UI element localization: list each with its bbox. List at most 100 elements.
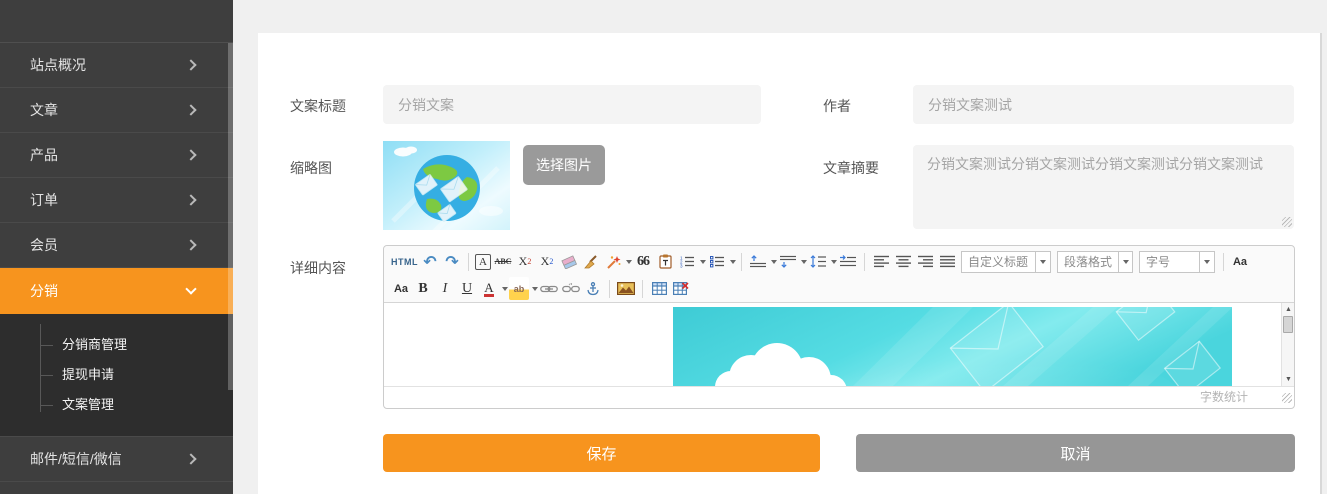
toolbar-divider: [741, 253, 742, 271]
paragraph-spacing-after-icon[interactable]: [778, 250, 798, 273]
unordered-list-icon[interactable]: [707, 250, 727, 273]
font-color-dropdown-arrow[interactable]: [502, 287, 508, 291]
scroll-up-icon[interactable]: ▲: [1283, 304, 1294, 315]
rich-text-editor: HTML ↶ ↷ A ABC X2 X2 66 123: [383, 245, 1295, 409]
redo-icon[interactable]: ↷: [442, 250, 462, 273]
summary-label: 文章摘要: [823, 158, 879, 178]
sidebar-item-label: 邮件/短信/微信: [30, 449, 122, 469]
cancel-button[interactable]: 取消: [856, 434, 1295, 472]
subscript-button[interactable]: X2: [537, 250, 557, 273]
source-code-button[interactable]: HTML: [391, 250, 418, 273]
toolbar-divider: [1223, 253, 1224, 271]
chevron-right-icon: [185, 104, 196, 115]
insert-table-icon[interactable]: [649, 277, 669, 300]
highlight-color-button[interactable]: ab: [509, 277, 529, 300]
word-count-bar: 字数统计: [384, 386, 1294, 408]
font-border-button[interactable]: A: [475, 254, 491, 270]
unlink-icon[interactable]: [561, 277, 581, 300]
select-dropdown-arrow[interactable]: [1118, 252, 1132, 272]
auto-typeset-dropdown-arrow[interactable]: [626, 260, 632, 264]
chevron-right-icon: [185, 194, 196, 205]
paste-as-text-icon[interactable]: [655, 250, 675, 273]
chevron-down-icon: [185, 283, 196, 294]
eraser-icon[interactable]: [559, 250, 579, 273]
sidebar-item-mail-sms-wechat[interactable]: 邮件/短信/微信: [0, 437, 233, 482]
chevron-right-icon: [185, 239, 196, 250]
toolbar-divider: [609, 280, 610, 298]
sidebar-item-label: 会员: [30, 235, 58, 255]
paragraph-format-select[interactable]: 段落格式: [1057, 251, 1133, 273]
align-left-icon[interactable]: [871, 250, 891, 273]
sidebar-scrollbar-thumb[interactable]: [228, 43, 233, 390]
save-button[interactable]: 保存: [383, 434, 820, 472]
undo-icon[interactable]: ↶: [420, 250, 440, 273]
word-count-label: 字数统计: [1200, 390, 1248, 404]
line-height-dropdown-arrow[interactable]: [831, 260, 837, 264]
sidebar-item-label: 订单: [30, 190, 58, 210]
sidebar: 站点概况 文章 产品 订单 会员 分销 分销商管理 提现申请 文案管理 邮件/短…: [0, 0, 233, 494]
insert-image-icon[interactable]: [616, 277, 636, 300]
sidebar-item-members[interactable]: 会员: [0, 223, 233, 268]
sidebar-item-label: 文章: [30, 100, 58, 120]
submenu-item-withdrawal-application[interactable]: 提现申请: [0, 360, 233, 390]
distribution-submenu: 分销商管理 提现申请 文案管理: [0, 314, 233, 437]
sidebar-item-label: 站点概况: [30, 55, 86, 75]
underline-button[interactable]: U: [457, 277, 477, 300]
choose-image-button[interactable]: 选择图片: [523, 145, 605, 185]
select-dropdown-arrow[interactable]: [1035, 252, 1050, 272]
editor-resize-grip[interactable]: [1282, 393, 1292, 403]
sidebar-item-products[interactable]: 产品: [0, 133, 233, 178]
editor-content-image: [673, 307, 1232, 386]
line-height-icon[interactable]: [808, 250, 828, 273]
bold-button[interactable]: B: [413, 277, 433, 300]
scroll-down-icon[interactable]: ▼: [1283, 374, 1294, 385]
font-size-select[interactable]: 字号: [1139, 251, 1215, 273]
italic-button[interactable]: I: [435, 277, 455, 300]
author-input[interactable]: [913, 85, 1294, 124]
strikethrough-button[interactable]: ABC: [493, 250, 513, 273]
ordered-list-dropdown-arrow[interactable]: [700, 260, 706, 264]
select-dropdown-arrow[interactable]: [1199, 252, 1214, 272]
font-color-button[interactable]: A: [484, 281, 493, 297]
anchor-icon[interactable]: [583, 277, 603, 300]
superscript-button[interactable]: X2: [515, 250, 535, 273]
sidebar-item-orders[interactable]: 订单: [0, 178, 233, 223]
editor-scrollbar-thumb[interactable]: [1283, 316, 1293, 333]
ordered-list-icon[interactable]: 123: [677, 250, 697, 273]
submenu-item-copy-management[interactable]: 文案管理: [0, 390, 233, 420]
auto-typeset-icon[interactable]: [603, 250, 623, 273]
sidebar-item-label: 分销: [30, 281, 58, 301]
blockquote-button[interactable]: 66: [633, 250, 653, 273]
align-justify-icon[interactable]: [937, 250, 957, 273]
unordered-list-dropdown-arrow[interactable]: [730, 260, 736, 264]
toolbar-divider: [642, 280, 643, 298]
paragraph-spacing-before-icon[interactable]: [748, 250, 768, 273]
title-input[interactable]: [383, 85, 761, 124]
paragraph-spacing-after-dropdown-arrow[interactable]: [801, 260, 807, 264]
case-convert-button[interactable]: Aa: [391, 277, 411, 300]
summary-textarea[interactable]: 分销文案测试分销文案测试分销文案测试分销文案测试: [913, 145, 1294, 229]
first-line-indent-icon[interactable]: [838, 250, 858, 273]
editor-content-area[interactable]: ▲ ▼: [384, 303, 1294, 386]
content-label: 详细内容: [290, 258, 346, 278]
delete-table-icon[interactable]: [671, 277, 691, 300]
align-center-icon[interactable]: [893, 250, 913, 273]
chevron-right-icon: [185, 453, 196, 464]
editor-scrollbar[interactable]: ▲ ▼: [1281, 303, 1294, 386]
sidebar-item-articles[interactable]: 文章: [0, 88, 233, 133]
thumbnail-image: [383, 141, 510, 230]
sidebar-item-distribution[interactable]: 分销: [0, 268, 233, 314]
svg-text:3: 3: [680, 263, 683, 268]
editor-toolbar: HTML ↶ ↷ A ABC X2 X2 66 123: [384, 246, 1294, 303]
sidebar-item-site-overview[interactable]: 站点概况: [0, 43, 233, 88]
letter-case-button[interactable]: Aa: [1230, 250, 1250, 273]
format-brush-icon[interactable]: [581, 250, 601, 273]
insert-link-icon[interactable]: [539, 277, 559, 300]
paragraph-spacing-before-dropdown-arrow[interactable]: [771, 260, 777, 264]
sidebar-header: [0, 0, 233, 43]
page-scrollbar[interactable]: [1320, 33, 1322, 494]
highlight-dropdown-arrow[interactable]: [532, 287, 538, 291]
align-right-icon[interactable]: [915, 250, 935, 273]
custom-title-select[interactable]: 自定义标题: [961, 251, 1051, 273]
submenu-item-distributor-management[interactable]: 分销商管理: [0, 330, 233, 360]
